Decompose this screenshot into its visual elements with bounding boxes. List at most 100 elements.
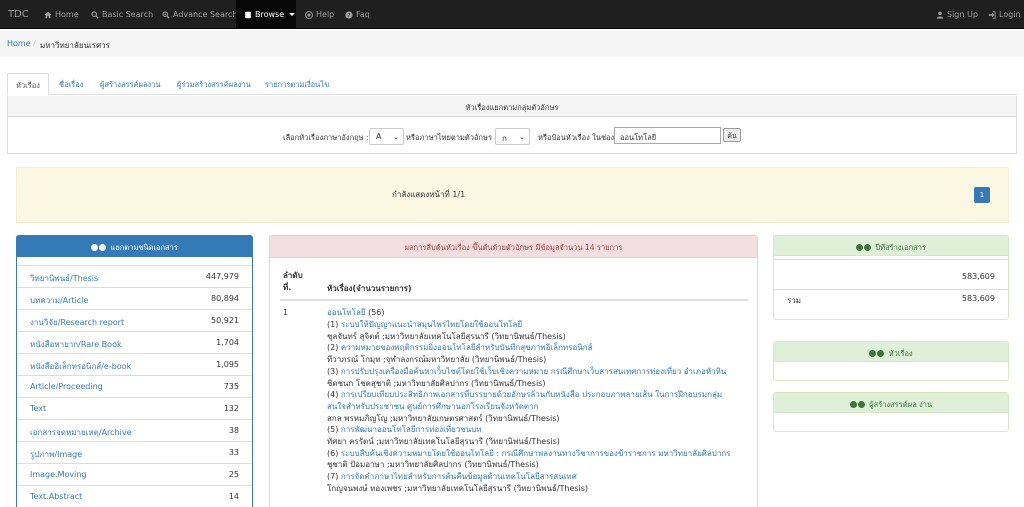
english-letter-label: เลือกหัวเรื่องภาษาอังกฤษ : [283, 133, 369, 142]
book-icon [245, 11, 251, 18]
result-line: ชุชาติ ปัอมอาษา ;มหาวิทยาลัยศิลปากร (วิท… [327, 460, 539, 470]
doc-type-row[interactable]: รูปภาพ/Image 33 [17, 441, 252, 463]
nav-browse-active[interactable]: Browse [236, 0, 296, 29]
nav-login[interactable]: Login [988, 10, 1021, 19]
result-index: (5) [327, 425, 341, 435]
breadcrumb-current: มหาวิทยาลัยนเรศวร [40, 41, 110, 50]
subject-count: (56) [368, 308, 385, 317]
tab-conditions[interactable]: รายการตามเงื่อนไข [257, 73, 337, 95]
chevron-down-icon: ⌄ [519, 133, 525, 141]
doc-type-row[interactable]: Image.Moving 25 [17, 463, 252, 485]
doc-type-label[interactable]: หนังสืออิเล็กทรอนิกส์/e-book [30, 360, 131, 373]
doc-type-row[interactable]: งานวิจัย/Research report 50,921 [17, 309, 252, 331]
page-1-button[interactable]: 1 [974, 187, 990, 203]
breadcrumb-separator: / [33, 39, 36, 48]
subject-keyword-input[interactable]: ออนโทโลยี [614, 127, 721, 144]
doc-type-count: 14 [228, 492, 239, 501]
search-panel: หัวเรื่องแยกตามกลุ่มตัวอักษร [7, 96, 1017, 154]
doc-type-row[interactable]: เอกสารจดหมายเหตุ/Archive 38 [17, 419, 252, 441]
doc-type-label[interactable]: บทความ/Article [30, 294, 88, 307]
subject-panel-heading[interactable]: หัวเรื่อง [774, 342, 1008, 362]
result-line: (4) การเปรียบเทียบประสิทธิภาพเอกสารที่บร… [327, 390, 722, 400]
doc-type-label[interactable]: งานวิจัย/Research report [30, 316, 124, 329]
chevron-down-icon [289, 13, 296, 16]
doc-type-row[interactable]: หนังสือหายาก/Rare Book 1,704 [17, 331, 252, 353]
search-panel-heading: หัวเรื่องแยกตามกลุ่มตัวอักษร [8, 96, 1016, 117]
column-header-no: ลำดับ ที่. [283, 270, 303, 294]
doc-type-row[interactable]: หนังสืออิเล็กทรอนิกส์/e-book 1,095 [17, 353, 252, 375]
creator-panel-heading[interactable]: ผู้สร้างสรรค์ผล งาน [774, 393, 1008, 413]
breadcrumb-home-link[interactable]: Home [7, 39, 31, 48]
result-index: (1) [327, 320, 341, 329]
nav-faq[interactable]: ? Faq [345, 10, 370, 19]
thai-letter-select[interactable]: ก ⌄ [495, 128, 530, 145]
column-header-no-line1: ลำดับ [283, 271, 303, 280]
nav-browse[interactable]: Browse [244, 10, 296, 19]
result-title-link[interactable]: ระบบสืบค้นเชิงความหมายโดยใช้ออนโทโลยี : … [341, 449, 731, 458]
search-button[interactable]: ค้น [723, 128, 741, 142]
thai-letter-value: ก [502, 134, 507, 143]
result-title-link[interactable]: การพัฒนาออนโทโลยีการท่องเที่ยวชนบท [341, 425, 482, 434]
tab-contributor[interactable]: ผู้ร่วมสร้างสรรค์ผลงาน [169, 73, 259, 95]
chevron-down-icon: ⌄ [393, 133, 399, 141]
nav-help[interactable]: Help [305, 10, 334, 19]
column-header-no-line2: ที่. [283, 283, 292, 292]
result-title-link[interactable]: สนใจสำหรับประชาชน ศูนย์การศึกษานอกโรงเรี… [327, 402, 538, 411]
brand-logo[interactable]: TDC [8, 9, 29, 20]
doc-type-count: 1,095 [216, 360, 239, 369]
results-heading: ผลการสืบค้นหัวเรื่อง ขึ้นต้นด้วยตัวอักษร… [270, 236, 757, 258]
doc-type-label[interactable]: หนังสือหายาก/Rare Book [30, 338, 122, 351]
doc-type-label[interactable]: เอกสารจดหมายเหตุ/Archive [30, 426, 132, 439]
result-line: ทีวาภรณ์ โกมุท ;จุฬาลงกรณ์มหาวิทยาลัย (ว… [327, 355, 546, 365]
doc-type-label[interactable]: Text [30, 404, 46, 413]
doc-type-heading[interactable]: แยกตามชนิดเอกสาร [17, 236, 252, 257]
subject-panel: หัวเรื่อง [773, 341, 1009, 381]
result-title-link[interactable]: การปรับปรุงเครื่องมือค้นหาเว็บไซต์โดยใช้… [341, 367, 726, 376]
nav-advance-search[interactable]: Advance Search [162, 10, 237, 19]
doc-type-row[interactable]: บทความ/Article 80,894 [17, 287, 252, 309]
result-author-text: ชุชาติ ปัอมอาษา ;มหาวิทยาลัยศิลปากร (วิท… [327, 460, 539, 470]
doc-type-label[interactable]: Article/Proceeding [30, 382, 103, 391]
result-title-link[interactable]: การจัดคำภาษาไทยสำหรับการค้นคืนข้อมูลด้าน… [341, 472, 577, 481]
result-line: (7) การจัดคำภาษาไทยสำหรับการค้นคืนข้อมูล… [327, 472, 577, 482]
tab-creator[interactable]: ผู้สร้างสรรค์ผลงาน [92, 73, 169, 95]
nav-home[interactable]: Home [44, 10, 79, 19]
nav-sign-up[interactable]: Sign Up [936, 10, 978, 19]
english-letter-value: A [376, 132, 382, 141]
tab-title[interactable]: ชื่อเรื่อง [51, 73, 91, 95]
subject-link[interactable]: ออนโทโลยี [327, 308, 366, 317]
doc-type-row[interactable]: Article/Proceeding 735 [17, 375, 252, 397]
result-author-text: โกญจนพงษ์ ทองเพชร ;มหาวิทยาลัยเทคโนโลยีส… [327, 483, 589, 493]
doc-type-label[interactable]: Image.Moving [30, 470, 87, 479]
result-line: (6) ระบบสืบค้นเชิงความหมายโดยใช้ออนโทโลย… [327, 449, 730, 459]
doc-type-row[interactable]: วิทยานิพนธ์/Thesis 447,979 [17, 265, 252, 287]
result-index: (3) [327, 366, 341, 376]
tab-subject[interactable]: หัวเรื่อง [7, 73, 49, 96]
result-line: สกล พรหมภิญโญ ;มหาวิทยาลัยเกษตรศาสตร์ (ว… [327, 414, 560, 424]
nav-help-label: Help [316, 10, 335, 19]
doc-type-label[interactable]: วิทยานิพนธ์/Thesis [30, 272, 98, 285]
thai-letter-label: หรือภาษาไทยตามตัวอักษร : [406, 133, 497, 142]
doc-type-count: 447,979 [205, 272, 239, 281]
result-line: (3) การปรับปรุงเครื่องมือค้นหาเว็บไซต์โด… [327, 367, 726, 377]
doc-type-label[interactable]: Text.Abstract [30, 492, 82, 501]
result-line: (5) การพัฒนาออนโทโลยีการท่องเที่ยวชนบท [327, 425, 482, 435]
doc-type-count: 33 [228, 448, 239, 457]
doc-type-row[interactable]: Text 132 [17, 397, 252, 419]
result-author-text: ทีวาภรณ์ โกมุท ;จุฬาลงกรณ์มหาวิทยาลัย (ว… [327, 355, 547, 365]
result-title-link[interactable]: การเปรียบเทียบประสิทธิภาพเอกสารที่บรรยาย… [341, 390, 722, 399]
nav-basic-search[interactable]: Basic Search [91, 10, 153, 19]
header-divider [280, 299, 748, 301]
year-panel-heading[interactable]: ปีที่สร้างเอกสาร [774, 236, 1008, 256]
search-icon [91, 10, 99, 19]
english-letter-select[interactable]: A ⌄ [369, 128, 404, 145]
result-line: (1) ระบบให้ปัญญาแนะนำสมุนไพรไทยโดยใช้ออน… [327, 320, 522, 330]
doc-type-count: 735 [223, 382, 239, 391]
result-title-link[interactable]: ระบบให้ปัญญาแนะนำสมุนไพรไทยโดยใช้ออนโทโล… [341, 320, 522, 329]
pager-status: กำลังแสดงหน้าที่ 1/1 [392, 190, 466, 199]
doc-type-row[interactable]: Text.Abstract 14 [17, 485, 252, 507]
result-line: โกญจนพงษ์ ทองเพชร ;มหาวิทยาลัยเทคโนโลยีส… [327, 484, 588, 494]
result-title-link[interactable]: ความหมายของพฤติกรรมยิ่งออนโทโลยีสำหรับบั… [341, 343, 593, 352]
doc-type-label[interactable]: รูปภาพ/Image [30, 448, 82, 461]
nav-browse-label: Browse [255, 10, 285, 19]
